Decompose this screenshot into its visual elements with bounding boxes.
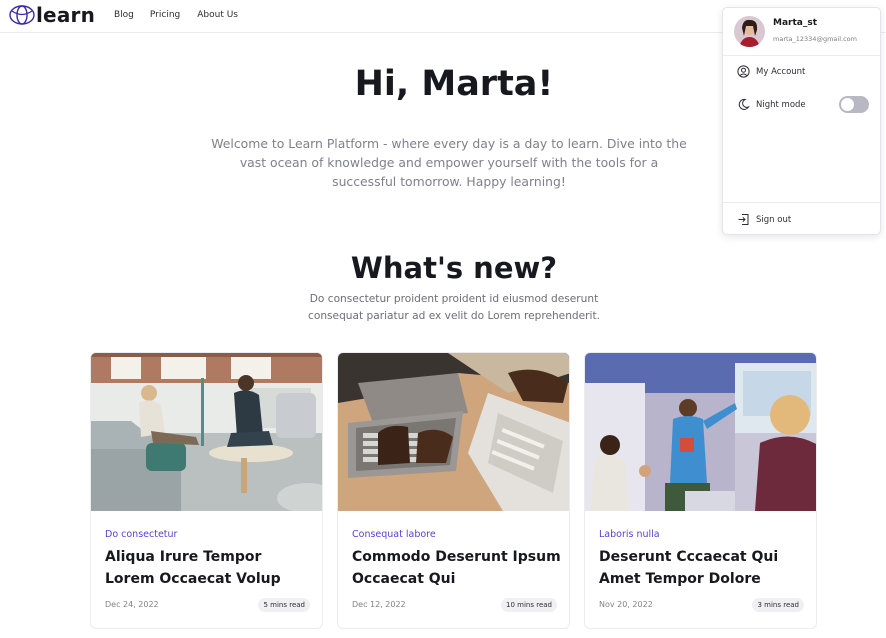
nav-blog[interactable]: Blog [114,10,134,20]
read-time-badge: 10 mins read [501,598,557,612]
card-title: Deserunt Cccaecat Qui Amet Tempor Dolore [599,549,779,587]
article-card[interactable]: Do consectetur Aliqua Irure Tempor Lorem… [90,352,323,629]
welcome-text: Welcome to Learn Platform - where every … [211,136,687,189]
nav-about-us[interactable]: About Us [197,10,238,20]
article-image-laptops [338,353,569,511]
logo[interactable]: learn [8,3,96,27]
card-date: Nov 20, 2022 [599,600,653,609]
night-mode-item: Night mode [737,98,806,111]
article-image-lounge [91,353,322,511]
article-card[interactable]: Laboris nulla Deserunt Cccaecat Qui Amet… [584,352,817,629]
moon-icon [738,98,750,110]
article-image-presentation [585,353,816,511]
nav-pricing[interactable]: Pricing [150,10,180,20]
user-email: marta_12334@gmail.com [773,35,857,43]
divider [723,202,880,203]
read-time-badge: 3 mins read [752,598,804,612]
night-mode-label: Night mode [756,99,806,110]
toggle-knob [841,98,854,111]
whats-new-text: Do consectetur proident proident id eius… [308,293,600,322]
card-category: Consequat labore [352,529,436,540]
sign-out-item[interactable]: Sign out [737,213,791,226]
my-account-item[interactable]: My Account [737,65,805,78]
user-circle-icon [737,65,750,78]
whats-new-title: What's new? [350,251,558,285]
logo-icon [9,5,35,25]
avatar[interactable] [734,16,765,47]
logo-text: learn [36,3,96,27]
sign-out-label: Sign out [756,214,792,225]
sign-out-icon [738,214,749,225]
card-date: Dec 12, 2022 [352,600,406,609]
read-time-badge: 5 mins read [258,598,310,612]
card-category: Laboris nulla [599,529,660,540]
night-mode-toggle[interactable] [839,96,869,113]
main-nav: Blog Pricing About Us [114,10,238,20]
profile-header: Marta_st marta_12334@gmail.com [723,8,880,56]
card-category: Do consectetur [105,529,178,540]
profile-dropdown: Marta_st marta_12334@gmail.com My Accoun… [722,7,881,235]
card-title: Aliqua Irure Tempor Lorem Occaecat Volup [105,549,281,587]
card-title: Commodo Deserunt Ipsum Occaecat Qui [352,549,561,587]
my-account-label: My Account [756,66,806,77]
article-card[interactable]: Consequat labore Commodo Deserunt Ipsum … [337,352,570,629]
username: Marta_st [773,18,818,28]
card-date: Dec 24, 2022 [105,600,159,609]
